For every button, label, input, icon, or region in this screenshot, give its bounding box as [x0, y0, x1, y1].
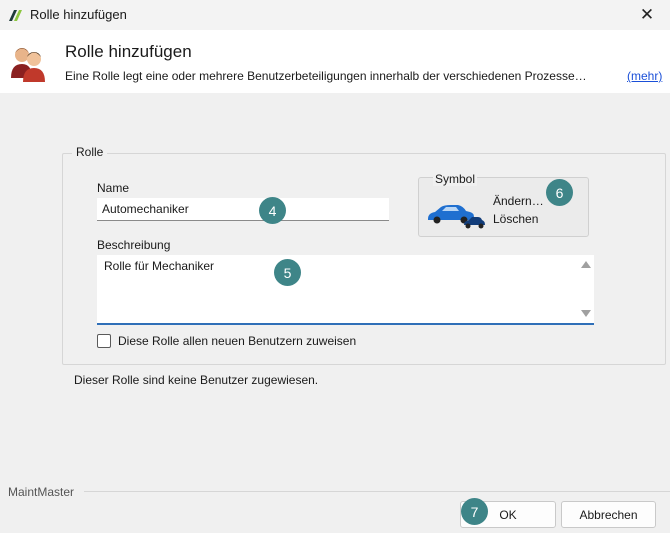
symbol-delete-link[interactable]: Löschen	[493, 212, 538, 226]
annotation-badge-4: 4	[259, 197, 286, 224]
title-bar: Rolle hinzufügen ✕	[0, 0, 670, 30]
name-label: Name	[97, 181, 130, 195]
assign-all-label[interactable]: Diese Rolle allen neuen Benutzern zuweis…	[118, 334, 356, 348]
assign-all-checkbox[interactable]	[97, 334, 111, 348]
users-icon	[11, 48, 45, 82]
dialog-header: Rolle hinzufügen Eine Rolle legt eine od…	[0, 30, 670, 93]
description-text: Rolle für Mechaniker	[104, 259, 215, 273]
dialog-description: Eine Rolle legt eine oder mehrere Benutz…	[65, 69, 587, 83]
name-input[interactable]	[97, 198, 389, 221]
scroll-down-icon[interactable]	[581, 310, 591, 317]
description-textarea[interactable]: Rolle für Mechaniker	[97, 255, 594, 325]
close-icon: ✕	[639, 5, 655, 24]
window-title: Rolle hinzufügen	[30, 7, 127, 22]
app-logo-icon	[9, 10, 22, 21]
footer-divider	[84, 491, 670, 492]
cancel-button[interactable]: Abbrechen	[561, 501, 656, 528]
role-group-label: Rolle	[72, 145, 108, 159]
description-label: Beschreibung	[97, 238, 171, 252]
more-link[interactable]: (mehr)	[627, 69, 662, 83]
dialog-heading: Rolle hinzufügen	[65, 42, 192, 61]
symbol-change-link[interactable]: Ändern…	[493, 194, 544, 208]
annotation-badge-7: 7	[461, 498, 488, 525]
annotation-badge-5: 5	[274, 259, 301, 286]
brand-label: MaintMaster	[8, 485, 75, 499]
symbol-label: Symbol	[433, 172, 478, 186]
annotation-badge-6: 6	[546, 179, 573, 206]
status-text: Dieser Rolle sind keine Benutzer zugewie…	[74, 373, 319, 387]
description-scrollbar[interactable]	[576, 255, 594, 323]
car-icon[interactable]	[426, 203, 486, 229]
close-button[interactable]: ✕	[624, 0, 670, 30]
scroll-up-icon[interactable]	[581, 261, 591, 268]
